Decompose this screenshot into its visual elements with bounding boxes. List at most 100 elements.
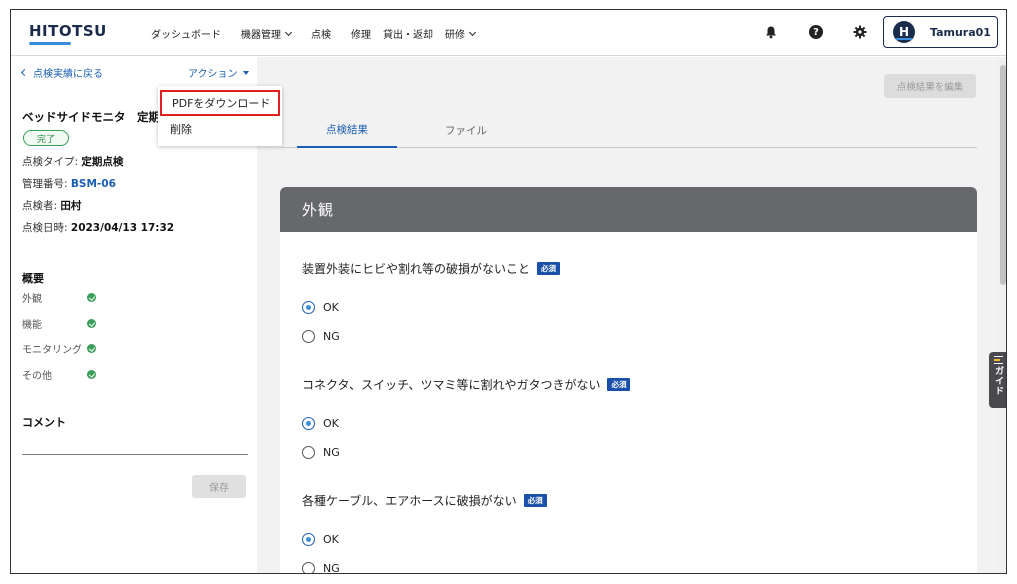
check-circle-icon <box>87 370 96 379</box>
meta-value: 2023/04/13 17:32 <box>70 222 175 234</box>
username: Tamura01 <box>930 25 991 39</box>
radio-ok[interactable]: OK <box>302 417 339 430</box>
check-circle-icon <box>87 293 96 302</box>
radio-selected-icon <box>302 301 315 314</box>
gear-icon[interactable] <box>852 24 868 40</box>
summary-item[interactable]: モニタリング <box>22 341 96 356</box>
nav-repair[interactable]: 修理 <box>351 26 371 41</box>
check-circle-icon <box>87 319 96 328</box>
question-text: コネクタ、スイッチ、ツマミ等に割れやガタつきがない <box>302 378 601 392</box>
management-number: 管理番号: BSM-06 <box>22 176 116 191</box>
nav-training[interactable]: 研修 <box>445 26 477 41</box>
nav-dashboard[interactable]: ダッシュボード <box>151 26 221 41</box>
nav-inspection[interactable]: 点検 <box>311 26 331 41</box>
question-label: 装置外装にヒビや割れ等の破損がないこと 必須 <box>302 260 561 277</box>
radio-label: NG <box>323 330 340 343</box>
nav-label: 研修 <box>445 30 465 41</box>
logo-underline <box>29 42 71 45</box>
avatar: H <box>893 21 915 43</box>
top-navbar: HITOTSU ダッシュボード 機器管理 点検 修理 貸出・返却 研修 ? H … <box>11 10 1006 56</box>
status-badge: 完了 <box>23 130 69 146</box>
scrollbar-thumb[interactable] <box>1000 65 1006 285</box>
nav-label: 修理 <box>351 30 371 41</box>
summary-item[interactable]: 外観 <box>22 290 96 305</box>
check-circle-icon <box>87 344 96 353</box>
nav-label: 機器管理 <box>241 30 281 41</box>
meta-label: 点検日時: <box>22 222 71 234</box>
result-tabs: 点検結果 ファイル <box>281 112 977 148</box>
radio-ok[interactable]: OK <box>302 301 339 314</box>
bell-icon[interactable] <box>763 24 779 40</box>
chevron-down-icon <box>284 28 293 36</box>
back-to-results-link[interactable]: 点検実績に戻る <box>20 65 103 80</box>
edit-result-button[interactable]: 点検結果を編集 <box>884 74 976 98</box>
radio-label: NG <box>323 446 340 459</box>
radio-empty-icon <box>302 330 315 343</box>
user-menu-button[interactable]: H Tamura01 <box>883 16 998 48</box>
inspector: 点検者: 田村 <box>22 198 81 213</box>
download-pdf-menu-item[interactable]: PDFをダウンロード <box>160 90 280 116</box>
radio-label: OK <box>323 533 339 546</box>
required-badge: 必須 <box>607 378 631 391</box>
nav-equipment[interactable]: 機器管理 <box>241 26 293 41</box>
delete-menu-item[interactable]: 削除 <box>158 116 282 142</box>
nav-label: 点検 <box>311 30 331 41</box>
radio-selected-icon <box>302 533 315 546</box>
summary-title: 概要 <box>22 272 44 285</box>
question-label: 各種ケーブル、エアホースに破損がない 必須 <box>302 492 547 509</box>
summary-label: 外観 <box>22 294 42 305</box>
chevron-down-icon <box>468 28 477 36</box>
summary-label: 機能 <box>22 320 42 331</box>
app-window: HITOTSU ダッシュボード 機器管理 点検 修理 貸出・返却 研修 ? H … <box>10 9 1007 574</box>
action-menu-button[interactable]: アクション <box>188 65 249 80</box>
save-button[interactable]: 保存 <box>192 475 246 498</box>
radio-label: NG <box>323 562 340 574</box>
nav-lending[interactable]: 貸出・返却 <box>383 26 433 41</box>
radio-label: OK <box>323 417 339 430</box>
radio-ok[interactable]: OK <box>302 533 339 546</box>
management-number-link[interactable]: BSM-06 <box>71 178 116 190</box>
question-text: 各種ケーブル、エアホースに破損がない <box>302 494 517 508</box>
main-nav: ダッシュボード 機器管理 点検 修理 貸出・返却 研修 <box>151 26 495 41</box>
radio-ng[interactable]: NG <box>302 562 340 574</box>
section-header: 外観 <box>280 187 977 232</box>
help-icon[interactable]: ? <box>808 24 824 40</box>
question-label: コネクタ、スイッチ、ツマミ等に割れやガタつきがない 必須 <box>302 376 631 393</box>
inspection-result-main: 点検結果を編集 点検結果 ファイル 外観 装置外装にヒビや割れ等の破損がないこと… <box>257 57 998 574</box>
comment-underline <box>22 454 248 455</box>
nav-label: 貸出・返却 <box>383 30 433 41</box>
logo-text: HITOTSU <box>29 22 107 40</box>
action-dropdown-menu: PDFをダウンロード 削除 <box>158 86 282 146</box>
radio-ng[interactable]: NG <box>302 330 340 343</box>
summary-item[interactable]: その他 <box>22 367 96 382</box>
caret-down-icon <box>242 70 249 75</box>
meta-label: 管理番号: <box>22 178 71 190</box>
tab-files[interactable]: ファイル <box>416 112 516 148</box>
radio-ng[interactable]: NG <box>302 446 340 459</box>
vertical-scrollbar[interactable] <box>998 57 1006 573</box>
device-title: ベッドサイドモニタ 定期点検 <box>22 110 164 124</box>
meta-value: 田村 <box>60 200 82 212</box>
summary-label: モニタリング <box>22 345 82 356</box>
question-text: 装置外装にヒビや割れ等の破損がないこと <box>302 262 531 276</box>
inspection-datetime: 点検日時: 2023/04/13 17:32 <box>22 220 174 235</box>
tab-result[interactable]: 点検結果 <box>297 112 397 148</box>
logo[interactable]: HITOTSU <box>29 22 107 45</box>
summary-item[interactable]: 機能 <box>22 316 96 331</box>
radio-empty-icon <box>302 446 315 459</box>
radio-label: OK <box>323 301 339 314</box>
chevron-left-icon <box>20 68 29 77</box>
guide-list-icon <box>994 356 1003 364</box>
meta-value: 定期点検 <box>81 156 124 168</box>
radio-empty-icon <box>302 562 315 573</box>
guide-label: ガイド <box>993 366 1003 396</box>
inspection-type: 点検タイプ: 定期点検 <box>22 154 123 169</box>
guide-side-tab[interactable]: ガイド <box>989 352 1006 408</box>
nav-label: ダッシュボード <box>151 30 221 41</box>
radio-selected-icon <box>302 417 315 430</box>
section-card-appearance: 外観 装置外装にヒビや割れ等の破損がないこと 必須 OK NG コネクタ、スイッ… <box>280 187 977 574</box>
meta-label: 点検タイプ: <box>22 156 82 168</box>
help-glyph: ? <box>809 25 823 39</box>
comment-input[interactable] <box>22 427 248 453</box>
meta-label: 点検者: <box>22 200 61 212</box>
